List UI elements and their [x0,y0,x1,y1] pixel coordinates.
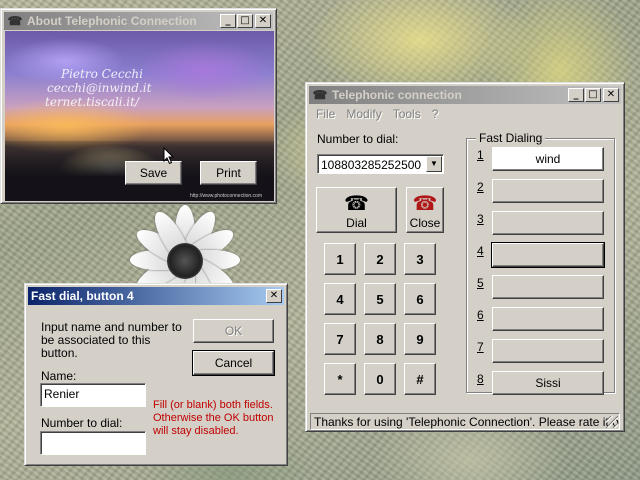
menu-bar: File Modify Tools ? [310,105,620,123]
key-0[interactable]: 0 [364,363,396,395]
fast-dial-button-4[interactable] [491,242,605,268]
dial-label: Dial [346,216,367,230]
fastdial-instructions: Input name and number to be associated t… [41,320,182,360]
photo-text: cecchi@inwind.it [47,81,152,95]
photo-text: ternet.tiscali.it/ [45,95,140,109]
print-button[interactable]: Print [200,161,257,185]
menu-file[interactable]: File [310,105,340,123]
fast-dial-number: 1 [477,148,484,162]
fast-dial-number: 3 [477,212,484,226]
fast-dial-dialog: Fast dial, button 4 ✕ Input name and num… [24,283,288,466]
telephonic-connection-window: ☎ Telephonic connection _ □ ✕ File Modif… [305,82,625,432]
number-input[interactable] [40,431,146,455]
mouse-pointer-icon [163,147,175,165]
key-7[interactable]: 7 [324,323,356,355]
key-hash[interactable]: # [404,363,436,395]
name-label: Name: [41,369,77,383]
photo-credit: http://www.photoconnection.com [190,193,262,199]
maximize-button[interactable]: □ [237,14,253,28]
fast-dial-number: 8 [477,372,484,386]
about-titlebar[interactable]: ☎ About Telephonic Connection _ □ ✕ [4,12,273,30]
key-8[interactable]: 8 [364,323,396,355]
cancel-button[interactable]: Cancel [192,350,275,376]
dial-phone-icon: ☎ [344,193,369,215]
menu-tools[interactable]: Tools [387,105,426,123]
phone-titlebar[interactable]: ☎ Telephonic connection _ □ ✕ [309,86,621,104]
fastdial-titlebar[interactable]: Fast dial, button 4 ✕ [28,287,284,305]
key-4[interactable]: 4 [324,283,356,315]
fast-dial-number: 7 [477,340,484,354]
maximize-button[interactable]: □ [585,88,601,102]
fast-dial-button-7[interactable] [492,339,604,363]
menu-modify[interactable]: Modify [340,105,386,123]
key-star[interactable]: * [324,363,356,395]
fast-dial-button-6[interactable] [492,307,604,331]
close-button[interactable]: ✕ [603,88,619,102]
close-label: Close [409,216,441,230]
hangup-phone-icon: ☎ [412,193,438,215]
fast-dialing-title: Fast Dialing [476,131,546,145]
dial-button[interactable]: ☎ Dial [316,187,397,233]
minimize-button[interactable]: _ [220,14,236,28]
number-to-dial-combo[interactable]: 108803285252500 ▼ [317,154,444,174]
fast-dial-number: 5 [477,276,484,290]
name-input[interactable]: Renier [40,383,146,407]
chevron-down-icon[interactable]: ▼ [426,156,442,172]
fastdial-title: Fast dial, button 4 [31,289,134,303]
phone-app-icon: ☎ [7,14,23,28]
key-5[interactable]: 5 [364,283,396,315]
number-to-dial-value: 108803285252500 [321,158,422,172]
fast-dial-number: 6 [477,308,484,322]
fast-dial-button-5[interactable] [492,275,604,299]
fast-dial-button-8[interactable]: Sissi [492,371,604,395]
ok-button[interactable]: OK [193,319,274,343]
fast-dial-button-2[interactable] [492,179,604,203]
fast-dial-button-1[interactable]: wind [492,147,604,171]
key-6[interactable]: 6 [404,283,436,315]
key-1[interactable]: 1 [324,243,356,275]
close-button[interactable]: ✕ [266,289,282,303]
key-3[interactable]: 3 [404,243,436,275]
number-to-dial-label: Number to dial: [41,416,123,430]
key-9[interactable]: 9 [404,323,436,355]
status-text: Thanks for using 'Telephonic Connection'… [314,415,620,429]
about-window: ☎ About Telephonic Connection _ □ ✕ Piet… [0,8,277,204]
about-title: About Telephonic Connection [27,14,197,28]
fast-dial-button-3[interactable] [492,211,604,235]
resize-grip-icon[interactable] [606,416,618,428]
key-2[interactable]: 2 [364,243,396,275]
phone-title: Telephonic connection [332,88,462,102]
photo-text: Pietro Cecchi [61,67,143,81]
fill-fields-note: Fill (or blank) both fields. Otherwise t… [153,399,274,437]
fast-dial-number: 4 [477,244,484,258]
close-phone-button[interactable]: ☎ Close [406,187,444,233]
phone-app-icon: ☎ [312,88,328,102]
minimize-button[interactable]: _ [568,88,584,102]
number-to-dial-label: Number to dial: [317,132,399,146]
menu-help[interactable]: ? [426,105,444,123]
status-bar: Thanks for using 'Telephonic Connection'… [310,413,620,430]
close-button[interactable]: ✕ [255,14,271,28]
fast-dial-number: 2 [477,180,484,194]
